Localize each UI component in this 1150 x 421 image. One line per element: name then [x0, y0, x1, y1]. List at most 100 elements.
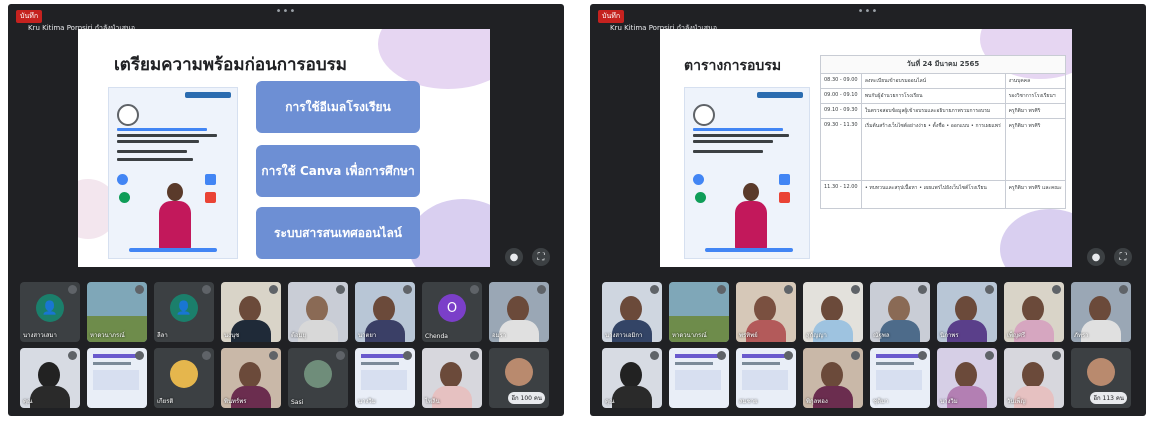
participant-tile[interactable]: 👤 ลีลา	[154, 282, 214, 342]
time-cell: 08.30 - 09.00	[820, 73, 862, 89]
participant-tile[interactable]: นาตยา	[355, 282, 415, 342]
poster-footer	[705, 248, 793, 252]
participant-tile[interactable]	[87, 348, 147, 408]
microphone-icon[interactable]: ●	[1087, 248, 1105, 266]
menu-box-email: การใช้อีเมลโรงเรียน	[256, 81, 420, 133]
google-docs-icon	[779, 174, 790, 185]
muted-mic-icon	[851, 285, 860, 294]
poster-line	[117, 150, 187, 153]
meeting-panel-right: บันทึก Kru Kitima Pornsiri กำลังนำเสนอ •…	[590, 4, 1146, 416]
participant-tile[interactable]: พินทร์พร	[221, 348, 281, 408]
participant-tile-self[interactable]: คุณ	[20, 348, 80, 408]
more-options-icon[interactable]: •••	[858, 6, 879, 17]
participant-tile[interactable]: นางวิม	[937, 348, 997, 408]
poster-header	[185, 92, 231, 98]
participant-tile[interactable]: นางสาวเอมิกา	[602, 282, 662, 342]
presenter-photo	[157, 183, 193, 249]
photo-avatar	[1087, 358, 1115, 386]
muted-mic-icon	[537, 285, 546, 294]
fullscreen-icon[interactable]: ⛶	[532, 248, 550, 266]
participant-tile[interactable]: O Chenda	[422, 282, 482, 342]
muted-mic-icon	[985, 351, 994, 360]
participant-tile[interactable]: ภัทรา	[1071, 282, 1131, 342]
muted-mic-icon	[650, 285, 659, 294]
decor-blob	[378, 29, 490, 89]
time-cell: 09.00 - 09.10	[820, 88, 862, 104]
participant-tile[interactable]: ณัฐพล	[870, 282, 930, 342]
google-docs-icon	[205, 174, 216, 185]
google-drive-icon	[119, 192, 130, 203]
google-drive-icon	[695, 192, 706, 203]
more-options-icon[interactable]: •••	[276, 6, 297, 17]
speaker-cell: ครูกิติมา พรศิริ และคณะ	[1004, 180, 1067, 209]
table-row: 09.00 - 09.10 พบกับผู้อำนวยการโรงเรียน ร…	[820, 88, 1067, 104]
slide-title: ตารางการอบรม	[684, 58, 782, 74]
poster-line	[693, 140, 773, 143]
muted-mic-icon	[717, 285, 726, 294]
presentation-slide: ตารางการอบรม วันที่ 24 มีนาคม 2565 08.30…	[660, 29, 1072, 267]
participant-tile[interactable]: นางวิม	[355, 348, 415, 408]
participant-tile[interactable]: นงนุช	[221, 282, 281, 342]
poster-line	[117, 128, 207, 131]
photo-avatar	[170, 360, 198, 388]
menu-box-info-system: ระบบสารสนเทศออนไลน์	[256, 207, 420, 259]
photo-avatar	[505, 358, 533, 386]
participant-tile[interactable]: พรทิพย์	[736, 282, 796, 342]
gmail-icon	[205, 192, 216, 203]
participant-tile[interactable]: วันเพ็ญ	[1004, 348, 1064, 408]
muted-mic-icon	[470, 285, 479, 294]
participant-tile[interactable]	[669, 348, 729, 408]
poster-header	[757, 92, 803, 98]
participant-tile-self[interactable]: คุณ	[602, 348, 662, 408]
microphone-icon[interactable]: ●	[505, 248, 523, 266]
muted-mic-icon	[1052, 285, 1061, 294]
participant-tile[interactable]: ชุติมา	[870, 348, 930, 408]
activity-cell: • ทบทวนและสรุปเนื้อหา • เผยแพร่ไปยังเว็บ…	[860, 180, 1006, 209]
recording-badge: บันทึก	[16, 10, 43, 23]
table-row: 11.30 - 12.00 • ทบทวนและสรุปเนื้อหา • เผ…	[820, 180, 1067, 209]
poster-footer	[129, 248, 217, 252]
poster-line	[693, 128, 783, 131]
others-count: อีก 113 คน	[1090, 392, 1127, 404]
meeting-panel-left: บันทึก Kru Kitima Pornsiri กำลังนำเสนอ •…	[8, 4, 564, 416]
participant-tile[interactable]: เกียรติ	[154, 348, 214, 408]
more-participants-tile[interactable]: อีก 113 คน	[1071, 348, 1131, 408]
muted-mic-icon	[784, 351, 793, 360]
muted-mic-icon	[336, 351, 345, 360]
photo-avatar	[304, 360, 332, 388]
participant-tile[interactable]: สุกัญญา	[803, 282, 863, 342]
participant-initial-avatar: O	[438, 294, 466, 322]
schedule-date-header: วันที่ 24 มีนาคม 2565	[820, 55, 1066, 74]
participant-tile[interactable]: หาดวนาภรณ์	[669, 282, 729, 342]
muted-mic-icon	[650, 351, 659, 360]
activity-cell: เริ่มต้นสร้างเว็บไซต์อย่างง่าย • ตั้งชื่…	[860, 118, 1006, 181]
participant-tile[interactable]: เพ็ญศรี	[1004, 282, 1064, 342]
poster-line	[693, 150, 763, 153]
muted-mic-icon	[269, 285, 278, 294]
fullscreen-icon[interactable]: ⛶	[1114, 248, 1132, 266]
speaker-cell: รองวิชาการโรงเรียนฯ	[1004, 88, 1067, 104]
participant-tile[interactable]: พิกุลทอง	[803, 348, 863, 408]
school-logo-icon	[117, 104, 139, 126]
participant-tile[interactable]: ไพลิน	[422, 348, 482, 408]
muted-mic-icon	[717, 351, 726, 360]
muted-mic-icon	[1052, 351, 1061, 360]
slide-title: เตรียมความพร้อมก่อนการอบรม	[114, 55, 348, 75]
presenter-photo	[733, 183, 769, 249]
participant-tile[interactable]: Sasi	[288, 348, 348, 408]
more-participants-tile[interactable]: อีก 100 คน	[489, 348, 549, 408]
activity-cell: พบกับผู้อำนวยการโรงเรียน	[860, 88, 1006, 104]
muted-mic-icon	[269, 351, 278, 360]
participant-tile[interactable]: สมชาย	[736, 348, 796, 408]
muted-mic-icon	[1119, 285, 1128, 294]
decor-blob	[1000, 209, 1072, 267]
participant-tile[interactable]: ต้อมยุ	[288, 282, 348, 342]
participant-tile[interactable]: หาดวนาภรณ์	[87, 282, 147, 342]
participant-tile[interactable]: อมรา	[489, 282, 549, 342]
muted-mic-icon	[851, 351, 860, 360]
event-poster	[684, 87, 810, 259]
time-cell: 09.10 - 09.30	[820, 103, 862, 119]
participant-tile[interactable]: นิภาพร	[937, 282, 997, 342]
participant-tile[interactable]: 👤 นางสาวเสมา	[20, 282, 80, 342]
poster-line	[117, 134, 217, 137]
